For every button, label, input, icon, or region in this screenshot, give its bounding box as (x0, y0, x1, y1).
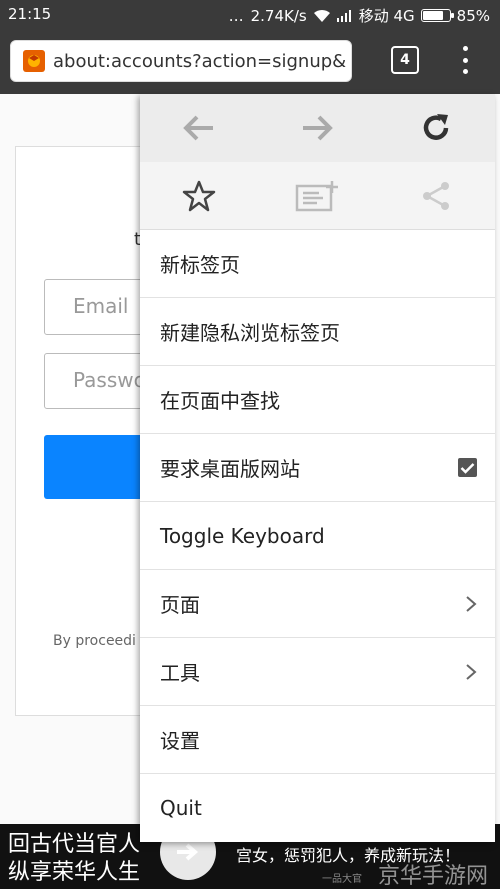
chevron-right-icon (466, 595, 477, 612)
reader-list-button[interactable] (287, 166, 347, 226)
battery-icon (420, 9, 454, 22)
menu-item-label: 工具 (160, 661, 200, 685)
menu-item-new-tab[interactable]: 新标签页 (140, 230, 495, 298)
overflow-menu-button[interactable] (460, 46, 470, 74)
notification-dots: … (228, 6, 245, 25)
signal-icon (336, 9, 353, 22)
back-arrow-icon (183, 115, 214, 141)
star-icon (182, 180, 216, 211)
back-button[interactable] (169, 98, 229, 158)
menu-item-label: 设置 (160, 729, 200, 753)
carrier-label: 移动 4G (358, 7, 415, 25)
url-bar[interactable]: about:accounts?action=signup& (10, 40, 352, 82)
chevron-right-icon (466, 663, 477, 680)
menu-item-toggle-keyboard[interactable]: Toggle Keyboard (140, 502, 495, 570)
forward-arrow-icon (303, 115, 334, 141)
menu-item-settings[interactable]: 设置 (140, 706, 495, 774)
menu-item-label: Quit (160, 796, 202, 820)
menu-item-label: 新标签页 (160, 253, 240, 277)
battery-percent: 85% (456, 6, 490, 25)
forward-button[interactable] (287, 98, 347, 158)
menu-item-tools[interactable]: 工具 (140, 638, 495, 706)
bookmark-button[interactable] (169, 166, 229, 226)
tabs-counter-button[interactable]: 4 (391, 46, 419, 74)
status-time: 21:15 (8, 5, 52, 23)
browser-toolbar: about:accounts?action=signup& 4 (0, 28, 500, 94)
firefox-site-icon (23, 50, 45, 72)
arrow-right-icon (177, 843, 199, 861)
network-speed: 2.74K/s (250, 6, 307, 25)
menu-item-label: 在页面中查找 (160, 389, 280, 413)
menu-item-label: 页面 (160, 593, 200, 617)
status-bar: 21:15 … 2.74K/s 移动 4G 85% (0, 0, 500, 28)
share-button[interactable] (406, 166, 466, 226)
menu-action-row (140, 162, 495, 230)
overflow-menu: 新标签页 新建隐私浏览标签页 在页面中查找 要求桌面版网站 Toggle Key… (140, 94, 495, 842)
share-icon (422, 181, 449, 210)
ad-small-text: 一品大官 (322, 874, 362, 885)
reload-icon (423, 114, 449, 140)
menu-item-request-desktop-site[interactable]: 要求桌面版网站 (140, 434, 495, 502)
menu-nav-row (140, 94, 495, 162)
menu-item-quit[interactable]: Quit (140, 774, 495, 842)
legal-text: By proceedi (53, 633, 136, 649)
menu-item-label: 新建隐私浏览标签页 (160, 321, 340, 345)
reload-button[interactable] (406, 98, 466, 158)
reading-list-add-icon (296, 180, 339, 211)
menu-item-label: Toggle Keyboard (160, 523, 325, 548)
menu-item-label: 要求桌面版网站 (160, 457, 300, 481)
menu-item-find-in-page[interactable]: 在页面中查找 (140, 366, 495, 434)
desktop-site-checkbox[interactable] (458, 458, 477, 477)
wifi-icon (313, 9, 331, 23)
url-text[interactable]: about:accounts?action=signup& (53, 51, 346, 72)
menu-item-page[interactable]: 页面 (140, 570, 495, 638)
ad-line-2: 纵享荣华人生 (8, 860, 141, 885)
menu-item-new-private-tab[interactable]: 新建隐私浏览标签页 (140, 298, 495, 366)
watermark: 京华手游网 (378, 864, 489, 889)
checkmark-icon (460, 462, 475, 474)
